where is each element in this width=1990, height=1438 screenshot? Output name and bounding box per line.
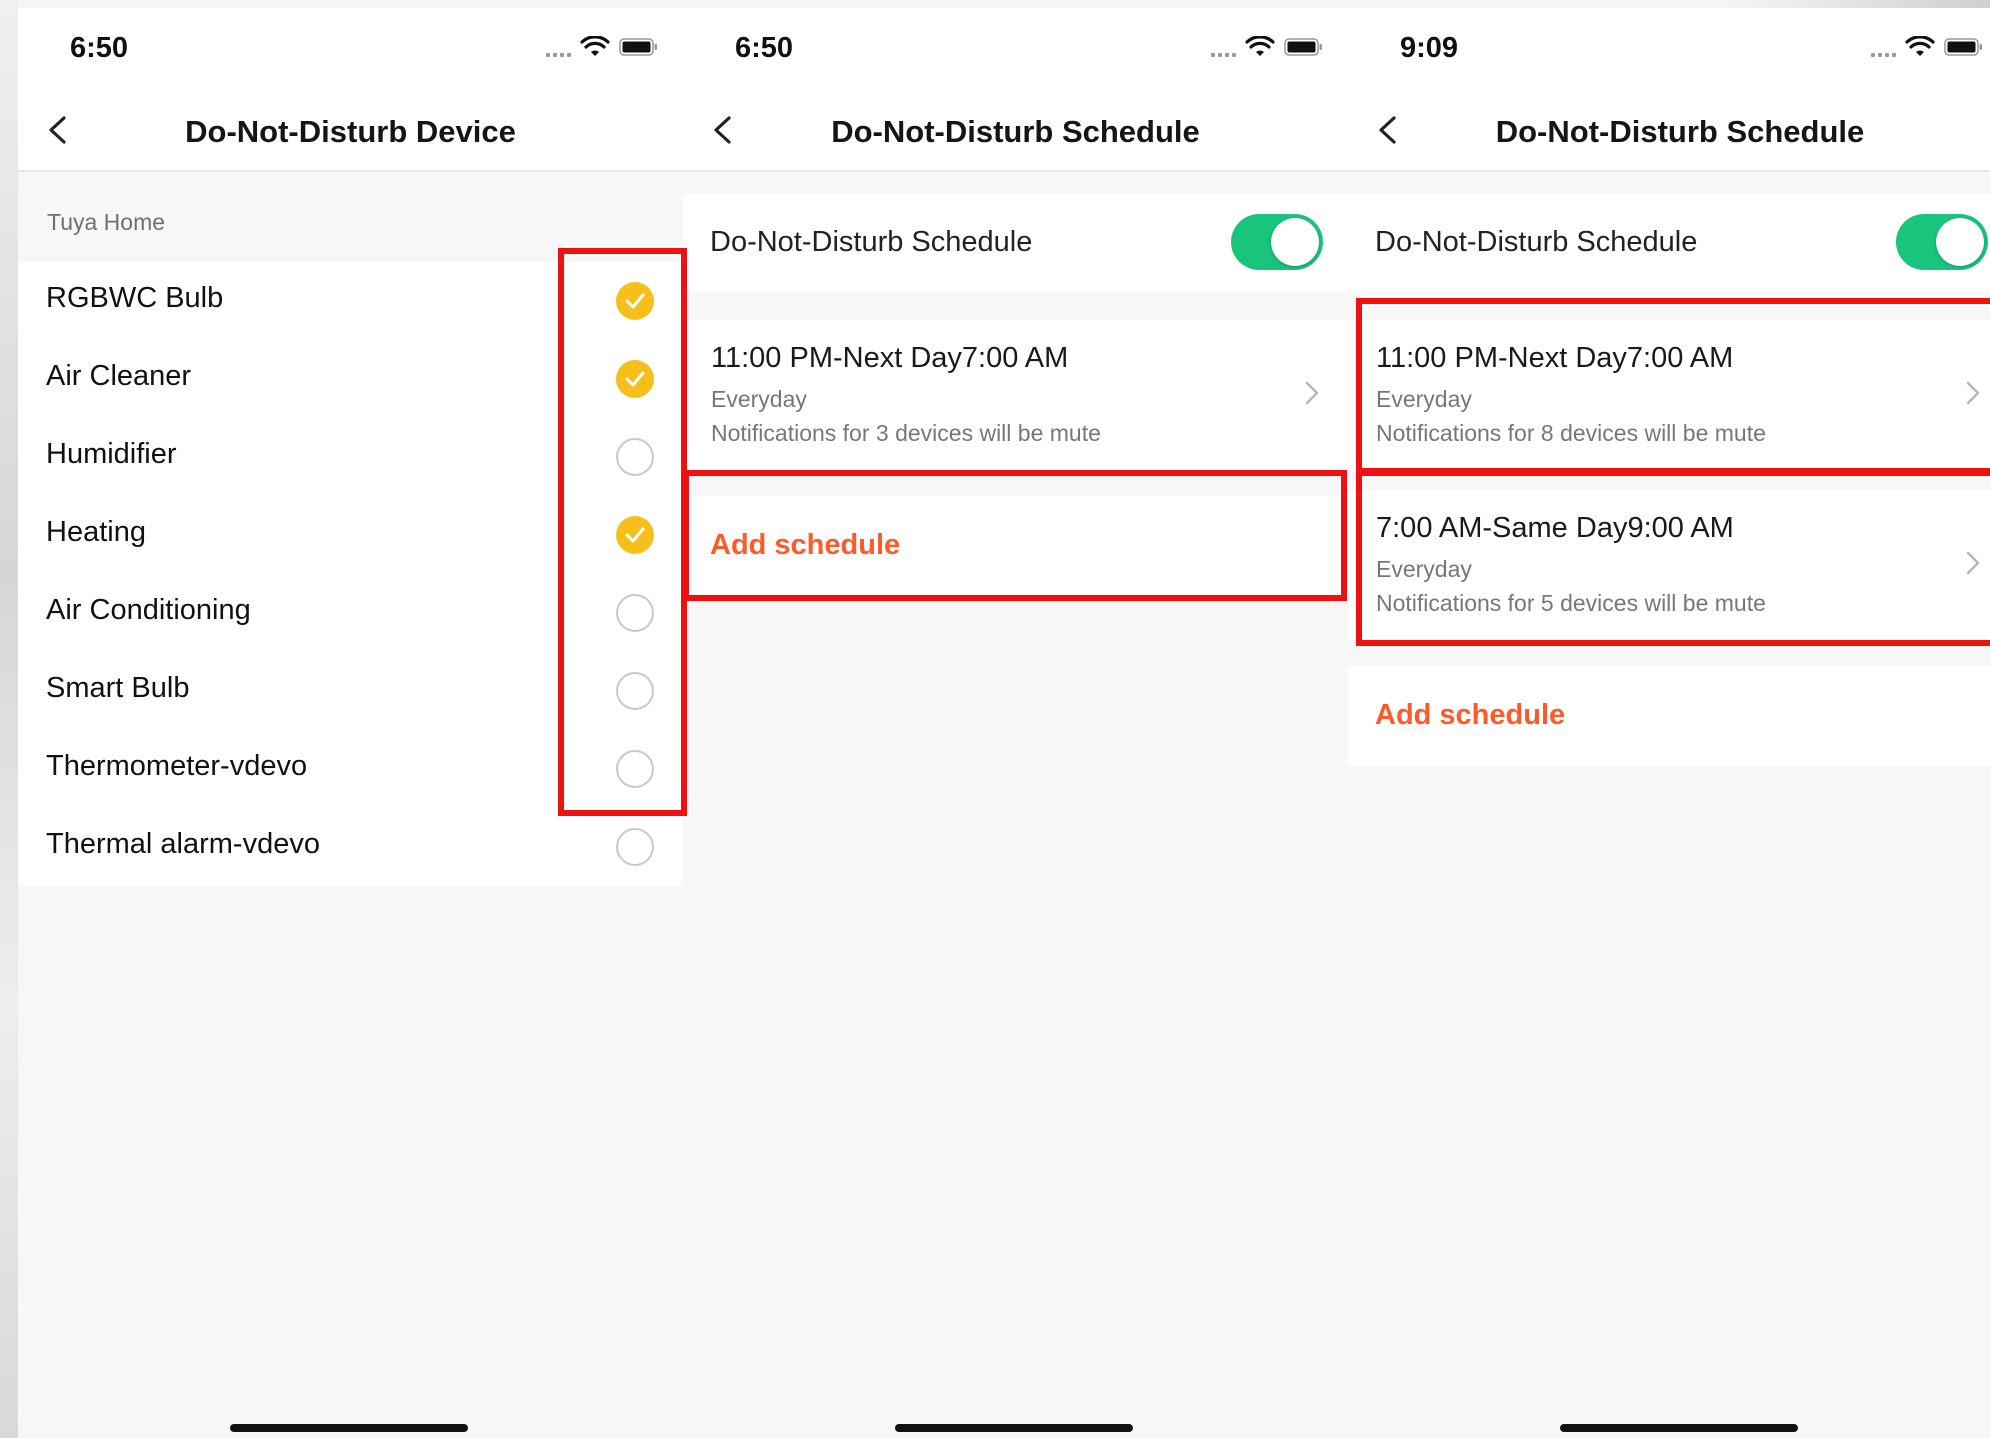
device-name: Smart Bulb xyxy=(46,672,190,704)
nav-bar: Do-Not-Disturb Device xyxy=(18,90,683,172)
device-name: Heating xyxy=(46,516,146,548)
dnd-toggle-row: Do-Not-Disturb Schedule xyxy=(1348,194,1990,292)
toggle-label: Do-Not-Disturb Schedule xyxy=(1375,226,1698,258)
wifi-icon xyxy=(1905,36,1935,56)
screen-dnd-schedule-multi: 9:09 Do-Not-Disturb Schedule Do-Not-Dist… xyxy=(1348,8,1990,1438)
home-indicator xyxy=(1560,1424,1798,1432)
page-title: Do-Not-Disturb Schedule xyxy=(831,114,1200,149)
home-indicator xyxy=(895,1424,1133,1432)
highlight-box-schedule-2 xyxy=(1356,470,1990,646)
chevron-right-icon xyxy=(1305,381,1319,405)
highlight-box-add-schedule xyxy=(683,470,1347,601)
status-time: 9:09 xyxy=(1400,32,1459,64)
signal-icon xyxy=(1871,53,1896,57)
schedule-note: Notifications for 3 devices will be mute xyxy=(711,420,1101,446)
status-time: 6:50 xyxy=(735,32,794,64)
background-edge xyxy=(0,0,18,1438)
status-bar: 6:50 xyxy=(18,8,683,90)
status-bar: 9:09 xyxy=(1348,8,1990,90)
wifi-icon xyxy=(1245,36,1275,56)
status-icons xyxy=(546,36,659,58)
schedule-repeat: Everyday xyxy=(711,386,807,412)
device-name: RGBWC Bulb xyxy=(46,282,224,314)
highlight-box-checkboxes xyxy=(558,248,687,816)
schedule-item[interactable]: 11:00 PM-Next Day7:00 AM Everyday Notifi… xyxy=(683,320,1348,470)
signal-icon xyxy=(1211,53,1236,57)
status-time: 6:50 xyxy=(70,32,129,64)
device-name: Thermal alarm-vdevo xyxy=(46,828,320,860)
dnd-toggle-switch[interactable] xyxy=(1896,214,1988,270)
battery-icon xyxy=(1944,38,1982,56)
device-name: Thermometer-vdevo xyxy=(46,750,308,782)
signal-icon xyxy=(546,53,571,57)
toggle-knob xyxy=(1271,218,1319,266)
background-strip xyxy=(1730,0,1990,8)
add-schedule-label: Add schedule xyxy=(1375,699,1566,731)
device-name: Air Cleaner xyxy=(46,360,192,392)
nav-bar: Do-Not-Disturb Schedule xyxy=(1348,90,1990,172)
dnd-toggle-switch[interactable] xyxy=(1231,214,1323,270)
device-row[interactable]: Thermal alarm-vdevo xyxy=(18,808,683,886)
page-title: Do-Not-Disturb Schedule xyxy=(1495,114,1865,149)
wifi-icon xyxy=(580,36,610,56)
screen-dnd-schedule: 6:50 Do-Not-Disturb Schedule Do-Not-Dist… xyxy=(683,8,1348,1438)
device-name: Air Conditioning xyxy=(46,594,251,626)
page-title: Do-Not-Disturb Device xyxy=(185,114,516,149)
status-bar: 6:50 xyxy=(683,8,1348,90)
schedule-time: 11:00 PM-Next Day7:00 AM xyxy=(711,342,1069,374)
toggle-knob xyxy=(1936,218,1984,266)
battery-icon xyxy=(1284,38,1322,56)
status-icons xyxy=(1211,36,1324,58)
toggle-label: Do-Not-Disturb Schedule xyxy=(710,226,1033,258)
dnd-toggle-row: Do-Not-Disturb Schedule xyxy=(683,194,1348,292)
status-icons xyxy=(1871,36,1984,58)
nav-bar: Do-Not-Disturb Schedule xyxy=(683,90,1348,172)
add-schedule-button[interactable]: Add schedule xyxy=(1348,666,1990,766)
highlight-box-schedule-1 xyxy=(1356,298,1990,474)
battery-icon xyxy=(619,38,657,56)
section-label: Tuya Home xyxy=(47,209,166,235)
home-indicator xyxy=(230,1424,468,1432)
background-strip xyxy=(0,0,1990,8)
device-name: Humidifier xyxy=(46,438,177,470)
unchecked-circle-icon[interactable] xyxy=(616,828,654,866)
